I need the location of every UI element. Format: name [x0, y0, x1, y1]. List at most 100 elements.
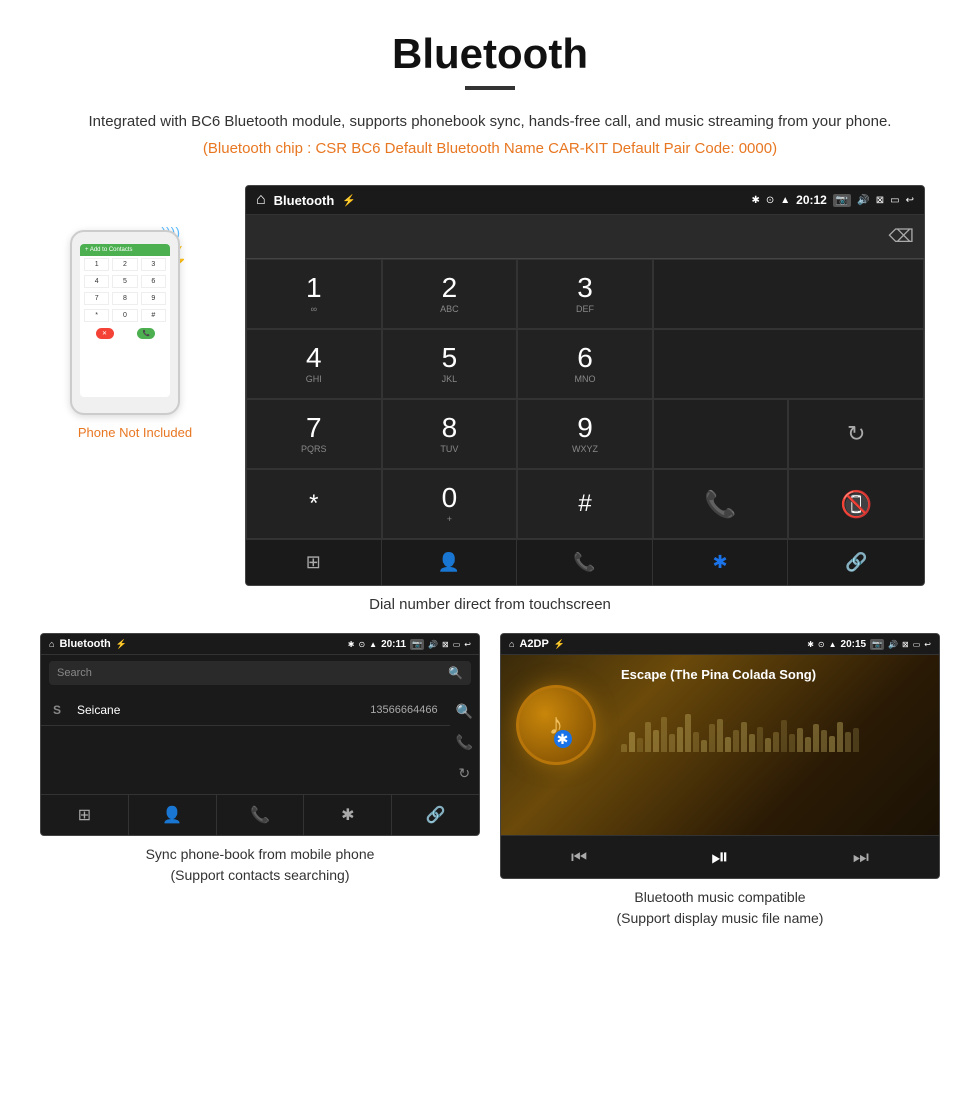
title-divider: [465, 86, 515, 90]
phonebook-contact[interactable]: S Seicane 13566664466: [41, 695, 450, 726]
key-3[interactable]: 3 DEF: [517, 259, 653, 329]
key-2[interactable]: 2 ABC: [382, 259, 518, 329]
key-5[interactable]: 5 JKL: [382, 329, 518, 399]
phone-header: + Add to Contacts: [80, 244, 170, 256]
pb-time: 20:11: [381, 639, 406, 650]
phonebook-search[interactable]: Search 🔍: [49, 661, 471, 685]
phonebook-content: S Seicane 13566664466 🔍 📞 ↻: [41, 691, 479, 794]
bottom-bt-btn[interactable]: ✱: [653, 540, 789, 585]
back-icon: ↩: [906, 195, 914, 206]
dialer-status-bar: ⌂ Bluetooth ⚡ ✱ ⊙ ▲ 20:12 📷 🔊 ⊠ ▭ ↩: [246, 186, 924, 215]
next-btn[interactable]: ⏭: [853, 847, 869, 868]
mu-title: A2DP: [519, 638, 548, 650]
mu-bt-icon: ✱: [807, 640, 814, 649]
page-title: Bluetooth: [0, 0, 980, 86]
key-7[interactable]: 7 PQRS: [246, 399, 382, 469]
play-pause-btn[interactable]: ⏯: [711, 844, 729, 870]
key-4[interactable]: 4 GHI: [246, 329, 382, 399]
mu-usb-icon: ⚡: [554, 639, 565, 650]
volume-icon: 🔊: [857, 195, 869, 206]
mu-home-icon: ⌂: [509, 639, 514, 649]
phone-screen: + Add to Contacts 1 2 3 4 5 6 7 8 9: [80, 244, 170, 397]
equalizer: [621, 712, 929, 752]
pb-camera-icon: 📷: [410, 639, 424, 650]
pb-title: Bluetooth: [59, 638, 110, 650]
music-status-bar: ⌂ A2DP ⚡ ✱ ⊙ ▲ 20:15 📷 🔊 ⊠ ▭ ↩: [501, 634, 939, 655]
dialer-time: 20:12: [796, 193, 827, 207]
dialer-keypad: 1 ∞ 2 ABC 3 DEF 4 GHI 5 JKL 6: [246, 259, 924, 539]
home-icon: ⌂: [256, 191, 266, 209]
pb-volume-icon: 🔊: [428, 640, 438, 649]
dialer-display: ⌫: [246, 215, 924, 259]
phone-aside: )))) ⚡ + Add to Contacts 1 2 3 4 5: [55, 185, 215, 440]
album-art: ♪ ✱: [516, 685, 596, 765]
mu-back-icon: ↩: [924, 640, 931, 649]
camera-icon: 📷: [833, 194, 851, 207]
phone-mockup: + Add to Contacts 1 2 3 4 5 6 7 8 9: [70, 230, 180, 415]
dialer-screen: ⌂ Bluetooth ⚡ ✱ ⊙ ▲ 20:12 📷 🔊 ⊠ ▭ ↩ ⌫: [245, 185, 925, 586]
pb-bottom-bar: ⊞ 👤 📞 ✱ 🔗: [41, 794, 479, 835]
pb-back-icon: ↩: [464, 640, 471, 649]
phonebook-screen: ⌂ Bluetooth ⚡ ✱ ⊙ ▲ 20:11 📷 🔊 ⊠ ▭ ↩: [40, 633, 480, 836]
pb-side-phone-icon: 📞: [456, 734, 473, 751]
key-6[interactable]: 6 MNO: [517, 329, 653, 399]
signal-icon: ▲: [780, 195, 790, 206]
pb-bt-icon: ✱: [348, 640, 355, 649]
pb-side-search-icon: 🔍: [456, 703, 473, 720]
dialer-bottom-bar: ⊞ 👤 📞 ✱ 🔗: [246, 539, 924, 585]
mu-location-icon: ⊙: [818, 640, 825, 649]
key-9[interactable]: 9 WXYZ: [517, 399, 653, 469]
contact-name: Seicane: [77, 703, 362, 717]
key-8[interactable]: 8 TUV: [382, 399, 518, 469]
description: Integrated with BC6 Bluetooth module, su…: [0, 110, 980, 134]
pb-bottom-link[interactable]: 🔗: [392, 795, 479, 835]
dial-caption: Dial number direct from touchscreen: [0, 596, 980, 613]
bottom-phone-btn[interactable]: 📞: [517, 540, 653, 585]
key-hash[interactable]: #: [517, 469, 653, 539]
key-star[interactable]: *: [246, 469, 382, 539]
bottom-screenshots: ⌂ Bluetooth ⚡ ✱ ⊙ ▲ 20:11 📷 🔊 ⊠ ▭ ↩: [0, 633, 980, 929]
music-controls: ⏮ ⏯ ⏭: [501, 835, 939, 878]
pb-signal-icon: ▲: [369, 640, 377, 649]
phonebook-caption: Sync phone-book from mobile phone (Suppo…: [40, 844, 480, 886]
backspace-icon[interactable]: ⌫: [889, 226, 914, 247]
pb-home-icon: ⌂: [49, 639, 54, 649]
pb-screen-icon: ▭: [453, 640, 461, 649]
prev-btn[interactable]: ⏮: [571, 847, 587, 868]
pb-close-icon: ⊠: [442, 640, 449, 649]
dialer-title: Bluetooth: [274, 193, 335, 208]
contact-number: 13566664466: [370, 704, 437, 716]
display-area-top-right: [653, 259, 924, 329]
spacer-row2: [653, 329, 924, 399]
key-1[interactable]: 1 ∞: [246, 259, 382, 329]
mu-time: 20:15: [841, 639, 867, 650]
phone-not-included-label: Phone Not Included: [78, 425, 192, 440]
mu-camera-icon: 📷: [870, 639, 884, 650]
spacer-row3-col4: [653, 399, 789, 469]
bottom-link-btn[interactable]: 🔗: [788, 540, 924, 585]
pb-bottom-grid[interactable]: ⊞: [41, 795, 129, 835]
pb-bottom-contacts[interactable]: 👤: [129, 795, 217, 835]
bottom-grid-btn[interactable]: ⊞: [246, 540, 382, 585]
music-info: Escape (The Pina Colada Song): [621, 667, 929, 752]
location-icon: ⊙: [766, 195, 774, 206]
bt-status-icon: ✱: [751, 195, 759, 206]
refresh-btn[interactable]: ↻: [788, 399, 924, 469]
pb-usb-icon: ⚡: [116, 639, 127, 650]
call-green-btn[interactable]: 📞: [653, 469, 789, 539]
bluetooth-specs: (Bluetooth chip : CSR BC6 Default Blueto…: [0, 140, 980, 157]
pb-bottom-phone[interactable]: 📞: [217, 795, 305, 835]
screen-icon: ▭: [890, 195, 899, 206]
search-placeholder: Search: [57, 667, 92, 679]
key-0[interactable]: 0 +: [382, 469, 518, 539]
song-title: Escape (The Pina Colada Song): [621, 667, 929, 682]
mu-close-icon: ⊠: [902, 640, 909, 649]
phonebook-section: ⌂ Bluetooth ⚡ ✱ ⊙ ▲ 20:11 📷 🔊 ⊠ ▭ ↩: [40, 633, 480, 929]
mu-screen-icon: ▭: [913, 640, 921, 649]
pb-bottom-bt[interactable]: ✱: [304, 795, 392, 835]
call-end-btn[interactable]: 📵: [788, 469, 924, 539]
mu-volume-icon: 🔊: [888, 640, 898, 649]
bottom-contacts-btn[interactable]: 👤: [382, 540, 518, 585]
close-box-icon: ⊠: [876, 195, 884, 206]
music-screen: ⌂ A2DP ⚡ ✱ ⊙ ▲ 20:15 📷 🔊 ⊠ ▭ ↩: [500, 633, 940, 879]
